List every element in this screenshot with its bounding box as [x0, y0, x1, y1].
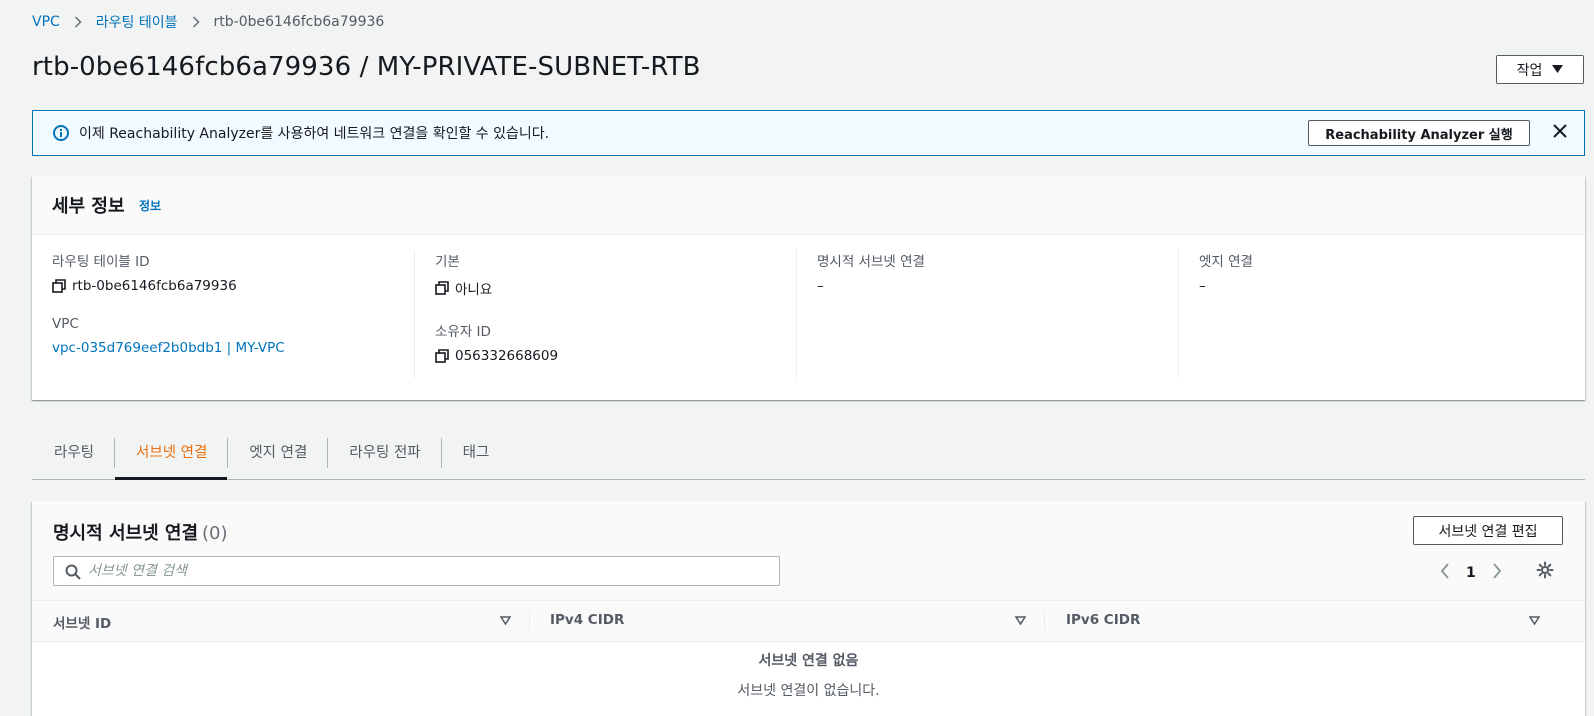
tab-edge-associations[interactable]: 엣지 연결 — [227, 432, 327, 479]
column-header-label: 서브넷 ID — [53, 616, 112, 632]
route-table-id-text: rtb-0be6146fcb6a79936 — [72, 278, 237, 294]
details-column-4: 엣지 연결 – — [1178, 250, 1560, 378]
edit-subnet-associations-button[interactable]: 서브넷 연결 편집 — [1413, 516, 1563, 545]
details-column-1: 라우팅 테이블 ID rtb-0be6146fcb6a79936 VPC vpc… — [32, 250, 414, 378]
tab-route-propagation[interactable]: 라우팅 전파 — [327, 432, 440, 479]
tab-tags[interactable]: 태그 — [440, 432, 510, 479]
empty-state-message: 서브넷 연결이 없습니다. — [737, 683, 880, 699]
owner-id-label: 소유자 ID — [435, 324, 491, 340]
search-icon — [65, 564, 81, 584]
owner-id-value: 056332668609 — [435, 348, 796, 364]
column-header-ipv4-cidr[interactable]: IPv4 CIDR — [550, 601, 1020, 641]
caret-down-icon — [1552, 63, 1564, 76]
subnet-associations-panel: 명시적 서브넷 연결(0) 서브넷 연결 편집 1 서 — [32, 501, 1585, 716]
subnet-search-box — [53, 556, 780, 586]
subnet-panel-header: 명시적 서브넷 연결(0) 서브넷 연결 편집 1 — [32, 501, 1585, 600]
info-flashbar: 이제 Reachability Analyzer를 사용하여 네트워크 연결을 … — [32, 110, 1585, 156]
subnet-search-input[interactable] — [88, 560, 768, 582]
subnet-panel-title-text: 명시적 서브넷 연결 — [53, 523, 199, 544]
info-link[interactable]: 정보 — [139, 197, 161, 214]
page-title: rtb-0be6146fcb6a79936 / MY-PRIVATE-SUBNE… — [32, 52, 701, 82]
copy-icon[interactable] — [435, 281, 449, 295]
tab-subnet-associations[interactable]: 서브넷 연결 — [114, 432, 228, 480]
table-header: 서브넷 ID IPv4 CIDR IPv6 CIDR — [32, 600, 1585, 642]
details-title: 세부 정보 — [52, 196, 125, 217]
actions-button[interactable]: 작업 — [1496, 55, 1584, 84]
column-divider[interactable] — [1044, 611, 1045, 631]
column-header-label: IPv4 CIDR — [550, 612, 625, 628]
tab-routes[interactable]: 라우팅 — [32, 432, 114, 479]
page-number[interactable]: 1 — [1466, 565, 1476, 581]
edge-assoc-value: – — [1199, 278, 1206, 294]
info-circle-icon — [53, 125, 69, 145]
gear-icon[interactable] — [1536, 561, 1554, 583]
main-value: 아니요 — [435, 278, 796, 298]
vpc-label: VPC — [52, 316, 79, 332]
run-reachability-analyzer-button[interactable]: Reachability Analyzer 실행 — [1308, 120, 1530, 146]
main-label: 기본 — [435, 254, 460, 270]
sort-down-icon[interactable] — [1528, 614, 1541, 630]
owner-id-text: 056332668609 — [455, 348, 559, 364]
subnet-panel-title: 명시적 서브넷 연결 (0) — [53, 519, 228, 545]
chevron-right-icon[interactable] — [1492, 563, 1502, 583]
empty-state: 서브넷 연결 없음 서브넷 연결이 없습니다. — [32, 650, 1585, 700]
chevron-right-icon — [192, 16, 200, 28]
pagination: 1 — [1440, 563, 1502, 583]
column-header-subnet-id[interactable]: 서브넷 ID — [53, 601, 523, 641]
copy-icon[interactable] — [435, 349, 449, 363]
actions-button-label: 작업 — [1516, 62, 1543, 79]
empty-state-title: 서브넷 연결 없음 — [758, 653, 859, 669]
main-value-text: 아니요 — [455, 282, 493, 298]
route-table-id-value: rtb-0be6146fcb6a79936 — [52, 278, 414, 294]
sort-down-icon[interactable] — [499, 614, 512, 630]
close-icon[interactable] — [1553, 124, 1567, 142]
chevron-left-icon[interactable] — [1440, 563, 1450, 583]
edge-assoc-label: 엣지 연결 — [1199, 254, 1253, 270]
flash-message: 이제 Reachability Analyzer를 사용하여 네트워크 연결을 … — [79, 126, 550, 142]
chevron-right-icon — [74, 16, 82, 28]
breadcrumb: VPC 라우팅 테이블 rtb-0be6146fcb6a79936 — [32, 12, 384, 32]
details-column-2: 기본 아니요 소유자 ID 056332668609 — [414, 250, 796, 378]
route-table-id-label: 라우팅 테이블 ID — [52, 254, 150, 270]
explicit-subnet-assoc-value: – — [817, 278, 824, 294]
subnet-count: (0) — [202, 523, 228, 544]
copy-icon[interactable] — [52, 279, 66, 293]
explicit-subnet-assoc-label: 명시적 서브넷 연결 — [817, 254, 925, 270]
column-header-ipv6-cidr[interactable]: IPv6 CIDR — [1066, 601, 1536, 641]
column-header-label: IPv6 CIDR — [1066, 612, 1141, 628]
tab-bar: 라우팅 서브넷 연결 엣지 연결 라우팅 전파 태그 — [32, 432, 1585, 480]
vpc-link[interactable]: vpc-035d769eef2b0bdb1 | MY-VPC — [52, 340, 285, 356]
details-panel: 세부 정보 정보 라우팅 테이블 ID rtb-0be6146fcb6a7993… — [32, 176, 1585, 400]
column-divider[interactable] — [529, 611, 530, 631]
breadcrumb-route-tables-link[interactable]: 라우팅 테이블 — [96, 12, 178, 32]
details-column-3: 명시적 서브넷 연결 – — [796, 250, 1178, 378]
breadcrumb-current: rtb-0be6146fcb6a79936 — [213, 14, 385, 30]
sort-down-icon[interactable] — [1014, 614, 1027, 630]
details-header: 세부 정보 정보 — [32, 176, 1585, 235]
breadcrumb-vpc-link[interactable]: VPC — [32, 14, 60, 30]
